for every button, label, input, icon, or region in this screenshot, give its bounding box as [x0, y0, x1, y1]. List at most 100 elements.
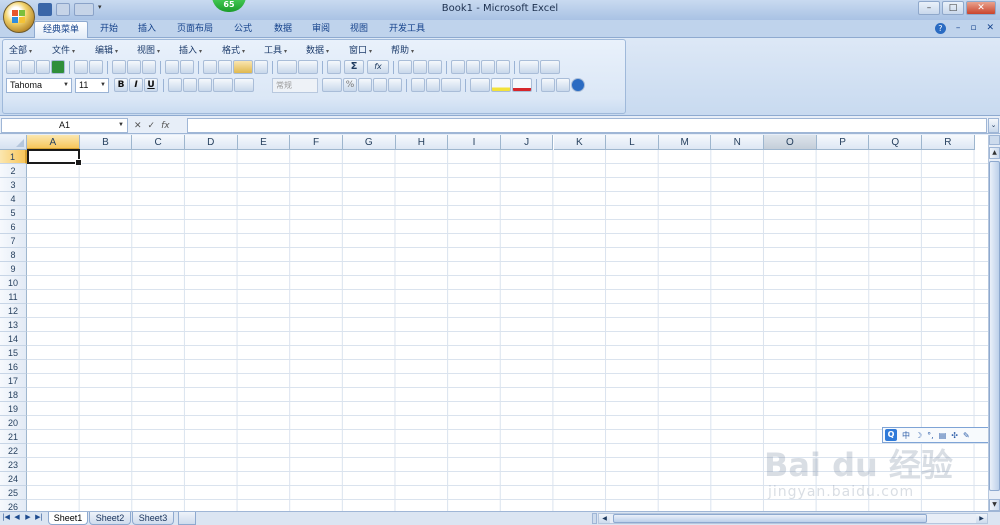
new-icon[interactable]: [6, 60, 20, 74]
cell-area[interactable]: [27, 150, 988, 511]
close-button[interactable]: ✕: [966, 1, 996, 15]
menu-all[interactable]: 全部 ▾: [9, 43, 32, 56]
spelling-icon[interactable]: [165, 60, 179, 74]
row-header-7[interactable]: 7: [0, 234, 27, 248]
cut-icon[interactable]: [203, 60, 217, 74]
column-header-n[interactable]: N: [711, 135, 765, 150]
chart-wizard-icon[interactable]: [496, 60, 510, 74]
row-header-2[interactable]: 2: [0, 164, 27, 178]
row-header-4[interactable]: 4: [0, 192, 27, 206]
redo-icon[interactable]: [298, 60, 318, 74]
font-name-select[interactable]: Tahoma ▼: [6, 78, 72, 93]
row-header-21[interactable]: 21: [0, 430, 27, 444]
undo-icon[interactable]: [277, 60, 297, 74]
column-header-b[interactable]: B: [79, 135, 133, 150]
row-header-15[interactable]: 15: [0, 346, 27, 360]
row-header-6[interactable]: 6: [0, 220, 27, 234]
scroll-left-arrow-icon[interactable]: ◀: [599, 514, 610, 523]
row-header-10[interactable]: 10: [0, 276, 27, 290]
align-left-icon[interactable]: [168, 78, 182, 92]
open-icon[interactable]: [21, 60, 35, 74]
autosum-icon[interactable]: Σ: [344, 60, 364, 74]
increase-indent-icon[interactable]: [426, 78, 440, 92]
tab-split-handle[interactable]: [592, 513, 597, 524]
row-header-5[interactable]: 5: [0, 206, 27, 220]
menu-window[interactable]: 窗口 ▾: [349, 43, 372, 56]
help-icon[interactable]: ?: [934, 23, 946, 34]
chart-icon[interactable]: [451, 60, 465, 74]
wrap-text-icon[interactable]: [234, 78, 254, 92]
ime-chinese-mode[interactable]: 中: [902, 430, 910, 441]
currency-icon[interactable]: [322, 78, 342, 92]
font-color-icon[interactable]: [512, 78, 532, 92]
column-header-p[interactable]: P: [816, 135, 870, 150]
sort-descending-icon[interactable]: [413, 60, 427, 74]
comma-icon[interactable]: [358, 78, 372, 92]
tab-developer[interactable]: 开发工具: [382, 21, 432, 38]
row-header-26[interactable]: 26: [0, 500, 27, 511]
menu-format[interactable]: 格式 ▾: [222, 43, 245, 56]
cancel-icon[interactable]: ✕: [134, 121, 142, 131]
scroll-up-arrow-icon[interactable]: ▲: [989, 147, 1000, 159]
menu-data[interactable]: 数据 ▾: [306, 43, 329, 56]
prev-sheet-icon[interactable]: ◀: [13, 513, 21, 521]
expand-formula-bar-icon[interactable]: ⌄: [988, 118, 999, 133]
row-header-24[interactable]: 24: [0, 472, 27, 486]
row-header-12[interactable]: 12: [0, 304, 27, 318]
sheet-tab-sheet3[interactable]: Sheet3: [132, 512, 174, 525]
ime-logo-icon[interactable]: Q: [885, 429, 897, 441]
help-icon[interactable]: [571, 78, 585, 92]
align-right-icon[interactable]: [198, 78, 212, 92]
permission-icon[interactable]: [112, 60, 126, 74]
office-button[interactable]: [3, 1, 35, 33]
row-header-16[interactable]: 16: [0, 360, 27, 374]
vertical-scrollbar[interactable]: ▲ ▼: [988, 135, 1000, 511]
tab-page-layout[interactable]: 页面布局: [170, 21, 220, 38]
row-header-23[interactable]: 23: [0, 458, 27, 472]
percent-icon[interactable]: %: [343, 78, 357, 92]
ribbon-close-button[interactable]: ✕: [986, 23, 994, 34]
tab-home[interactable]: 开始: [92, 21, 126, 38]
name-box[interactable]: A1 ▼: [1, 118, 128, 133]
maximize-button[interactable]: □: [942, 1, 964, 15]
save-icon[interactable]: [36, 60, 50, 74]
select-all-button[interactable]: [0, 135, 27, 150]
ime-moon-icon[interactable]: ☽: [915, 431, 922, 440]
column-header-r[interactable]: R: [922, 135, 975, 150]
split-handle[interactable]: [989, 135, 1000, 145]
excel-icon[interactable]: [51, 60, 65, 74]
column-header-d[interactable]: D: [184, 135, 238, 150]
sheet-tab-sheet1[interactable]: Sheet1: [48, 512, 88, 525]
decrease-decimal-icon[interactable]: [388, 78, 402, 92]
next-sheet-icon[interactable]: ▶: [24, 513, 32, 521]
tab-view[interactable]: 视图: [342, 21, 376, 38]
row-header-22[interactable]: 22: [0, 444, 27, 458]
tab-insert[interactable]: 插入: [130, 21, 164, 38]
print-icon[interactable]: [74, 60, 88, 74]
underline-button[interactable]: U: [144, 78, 158, 92]
sheet-tab-sheet2[interactable]: Sheet2: [89, 512, 131, 525]
menu-help[interactable]: 帮助 ▾: [391, 43, 414, 56]
row-header-18[interactable]: 18: [0, 388, 27, 402]
active-cell-a1[interactable]: [27, 149, 82, 166]
column-header-i[interactable]: I: [448, 135, 501, 150]
ime-punct-icon[interactable]: °,: [927, 431, 934, 440]
last-sheet-icon[interactable]: ▶|: [35, 513, 43, 521]
font-size-select[interactable]: 11 ▼: [75, 78, 109, 93]
column-header-c[interactable]: C: [132, 135, 185, 150]
menu-tools[interactable]: 工具 ▾: [264, 43, 287, 56]
tab-formulas[interactable]: 公式: [226, 21, 260, 38]
filter-icon[interactable]: [428, 60, 442, 74]
tab-classic-menu[interactable]: 经典菜单: [34, 21, 88, 38]
row-header-17[interactable]: 17: [0, 374, 27, 388]
vertical-scroll-thumb[interactable]: [989, 161, 1000, 491]
ribbon-restore-button[interactable]: ▫: [970, 23, 976, 34]
bold-button[interactable]: B: [114, 78, 128, 92]
hyperlink-icon[interactable]: [327, 60, 341, 74]
menu-view[interactable]: 视图 ▾: [137, 43, 160, 56]
drawing-icon[interactable]: [466, 60, 480, 74]
column-header-q[interactable]: Q: [869, 135, 923, 150]
horizontal-scrollbar[interactable]: ◀ ▶: [598, 513, 988, 524]
number-format-select[interactable]: 常规: [272, 78, 318, 93]
column-header-j[interactable]: J: [500, 135, 554, 150]
